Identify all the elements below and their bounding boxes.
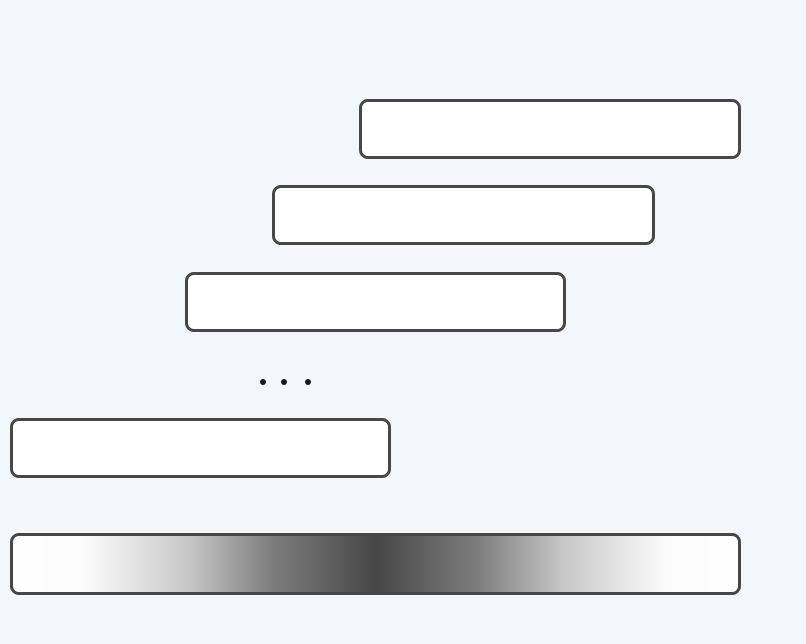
stacked-box-3: [185, 272, 566, 332]
gradient-bar: [10, 533, 741, 595]
stacked-box-1: [359, 99, 741, 159]
ellipsis-dot: [281, 379, 287, 385]
ellipsis-dot: [305, 379, 311, 385]
stacked-box-n: [10, 418, 391, 478]
ellipsis-dot: [260, 379, 266, 385]
stacked-box-2: [272, 185, 655, 245]
ellipsis-icon: [257, 379, 317, 389]
